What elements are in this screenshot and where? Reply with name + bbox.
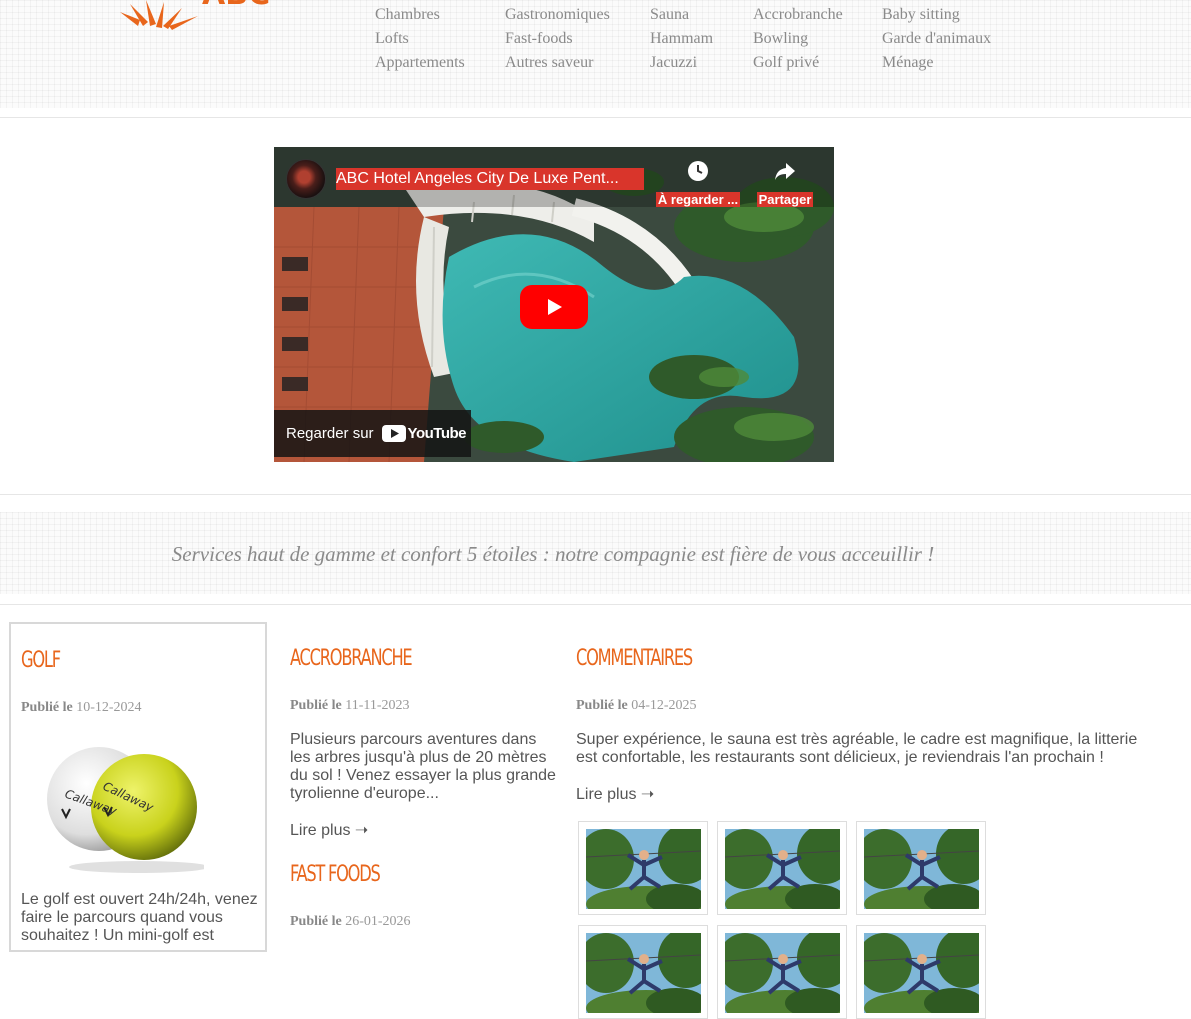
gallery-thumbnail[interactable] bbox=[578, 925, 708, 1019]
video-title[interactable]: ABC Hotel Angeles City De Luxe Pent... bbox=[336, 168, 644, 190]
menu-col-activities: Accrobranche Bowling Golf privé bbox=[753, 3, 843, 75]
menu-item-garde-animaux[interactable]: Garde d'animaux bbox=[882, 27, 991, 51]
slogan-text: Services haut de gamme et confort 5 étoi… bbox=[171, 542, 935, 566]
gallery-thumbnail[interactable] bbox=[856, 925, 986, 1019]
header-divider bbox=[0, 117, 1191, 118]
menu-item-lofts[interactable]: Lofts bbox=[375, 27, 465, 51]
published-date: 11-11-2023 bbox=[345, 698, 410, 713]
article-commentaires-text: Super expérience, le sauna est très agré… bbox=[576, 731, 1138, 766]
watch-on-label: Regarder sur bbox=[286, 425, 374, 442]
menu-item-autres-saveur[interactable]: Autres saveur bbox=[505, 51, 610, 75]
svg-text:ABC: ABC bbox=[202, 0, 270, 12]
gallery-thumbnail[interactable] bbox=[856, 821, 986, 915]
published-date: 04-12-2025 bbox=[631, 698, 697, 713]
youtube-wordmark: YouTube bbox=[407, 425, 467, 442]
share-arrow-icon bbox=[775, 163, 795, 180]
golf-balls-image: Callaway Callaway bbox=[44, 737, 209, 875]
gallery-thumbnail[interactable] bbox=[717, 821, 847, 915]
menu-col-wellness: Sauna Hammam Jacuzzi bbox=[650, 3, 713, 75]
published-label: Publié le bbox=[290, 914, 342, 929]
menu-item-appartements[interactable]: Appartements bbox=[375, 51, 465, 75]
menu-item-fast-foods[interactable]: Fast-foods bbox=[505, 27, 610, 51]
article-golf-title[interactable]: GOLF bbox=[21, 648, 61, 673]
article-fastfoods-title[interactable]: FAST FOODS bbox=[290, 862, 381, 887]
article-golf-text: Le golf est ouvert 24h/24h, venez faire … bbox=[21, 891, 258, 944]
published-date: 10-12-2024 bbox=[76, 700, 142, 715]
published-label: Publié le bbox=[576, 698, 628, 713]
published-label: Publié le bbox=[21, 700, 73, 715]
site-header: ABC Chambres Lofts Appartements Gastrono… bbox=[0, 0, 1191, 108]
article-golf-date: Publié le 10-12-2024 bbox=[21, 700, 142, 716]
article-commentaires-date: Publié le 04-12-2025 bbox=[576, 698, 697, 714]
clock-icon bbox=[688, 161, 708, 181]
menu-col-rooms: Chambres Lofts Appartements bbox=[375, 3, 465, 75]
youtube-play-icon bbox=[381, 425, 406, 442]
menu-col-services: Baby sitting Garde d'animaux Ménage bbox=[882, 3, 991, 75]
menu-item-jacuzzi[interactable]: Jacuzzi bbox=[650, 51, 713, 75]
menu-item-hammam[interactable]: Hammam bbox=[650, 27, 713, 51]
site-logo[interactable]: ABC bbox=[118, 0, 298, 32]
article-accrobranche-title[interactable]: ACCROBRANCHE bbox=[290, 646, 413, 671]
menu-item-gastronomiques[interactable]: Gastronomiques bbox=[505, 3, 610, 27]
read-more-link[interactable]: Lire plus ➝ bbox=[576, 784, 654, 804]
channel-avatar[interactable] bbox=[286, 159, 326, 199]
gallery-thumbnail[interactable] bbox=[717, 925, 847, 1019]
youtube-logo: YouTube bbox=[381, 425, 467, 442]
read-more-link[interactable]: Lire plus ➝ bbox=[290, 820, 368, 840]
section-divider bbox=[0, 494, 1191, 495]
article-fastfoods-date: Publié le 26-01-2026 bbox=[290, 914, 411, 930]
menu-item-chambres[interactable]: Chambres bbox=[375, 3, 465, 27]
gallery-photo bbox=[586, 933, 701, 1013]
gallery-thumbnail[interactable] bbox=[578, 821, 708, 915]
watch-on-youtube-button[interactable]: Regarder sur YouTube bbox=[274, 410, 471, 457]
menu-item-baby-sitting[interactable]: Baby sitting bbox=[882, 3, 991, 27]
share-label: Partager bbox=[756, 192, 814, 207]
menu-item-bowling[interactable]: Bowling bbox=[753, 27, 843, 51]
menu-item-accrobranche[interactable]: Accrobranche bbox=[753, 3, 843, 27]
gallery-photo bbox=[725, 933, 840, 1013]
gallery-photo bbox=[725, 829, 840, 909]
gallery-photo bbox=[864, 933, 979, 1013]
article-accrobranche-text: Plusieurs parcours aventures dans les ar… bbox=[290, 731, 556, 802]
published-date: 26-01-2026 bbox=[345, 914, 411, 929]
menu-item-menage[interactable]: Ménage bbox=[882, 51, 991, 75]
logo-sunburst-icon: ABC bbox=[120, 0, 270, 30]
watch-later-label: À regarder ... bbox=[655, 192, 741, 207]
share-button[interactable]: Partager bbox=[740, 159, 830, 212]
published-label: Publié le bbox=[290, 698, 342, 713]
play-icon bbox=[548, 299, 562, 315]
play-button[interactable] bbox=[520, 285, 588, 329]
article-commentaires-title[interactable]: COMMENTAIRES bbox=[576, 646, 693, 671]
section-divider bbox=[0, 604, 1191, 605]
menu-col-food: Gastronomiques Fast-foods Autres saveur bbox=[505, 3, 610, 75]
youtube-video-embed[interactable]: ABC Hotel Angeles City De Luxe Pent... À… bbox=[274, 147, 834, 462]
menu-item-sauna[interactable]: Sauna bbox=[650, 3, 713, 27]
article-accrobranche-date: Publié le 11-11-2023 bbox=[290, 698, 410, 714]
menu-item-golf-prive[interactable]: Golf privé bbox=[753, 51, 843, 75]
watch-later-button[interactable]: À regarder ... bbox=[653, 159, 743, 212]
gallery-photo bbox=[586, 829, 701, 909]
gallery-photo bbox=[864, 829, 979, 909]
